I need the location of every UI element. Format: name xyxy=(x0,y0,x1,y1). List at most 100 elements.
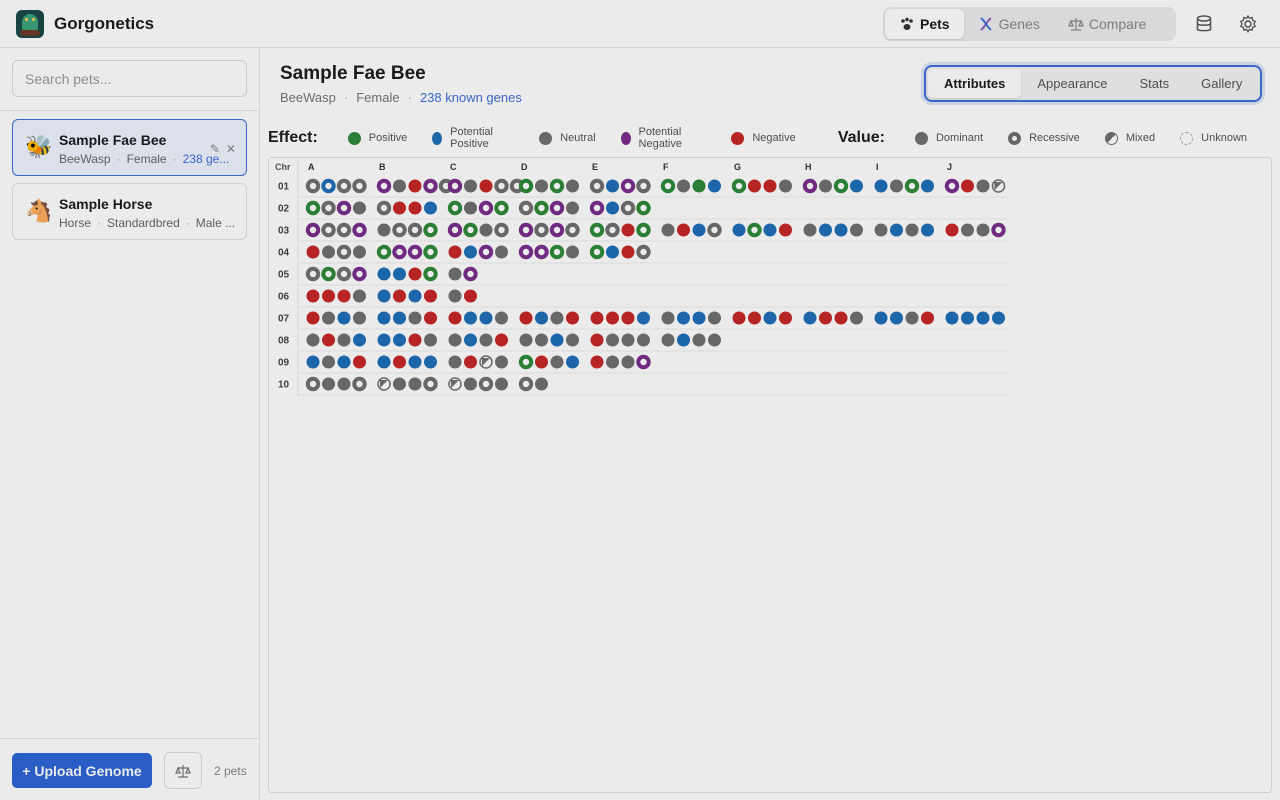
gene-dot[interactable] xyxy=(566,333,579,347)
gene-dot[interactable] xyxy=(518,244,534,260)
gene-dot[interactable] xyxy=(377,311,391,325)
gene-dot[interactable] xyxy=(992,311,1005,325)
nav-tab-pets[interactable]: Pets xyxy=(885,9,964,39)
gene-dot[interactable] xyxy=(779,223,792,237)
tab-gallery[interactable]: Gallery xyxy=(1185,69,1258,98)
gene-dot[interactable] xyxy=(637,311,650,325)
gene-dot[interactable] xyxy=(549,222,565,238)
gene-dot[interactable] xyxy=(447,222,463,238)
gene-dot[interactable] xyxy=(779,179,792,193)
gene-dot[interactable] xyxy=(337,289,351,303)
gene-dot[interactable] xyxy=(352,178,367,194)
gene-dot[interactable] xyxy=(408,377,422,391)
gene-dot[interactable] xyxy=(661,223,675,237)
gene-dot[interactable] xyxy=(637,333,650,347)
known-genes-link[interactable]: 238 known genes xyxy=(420,90,522,105)
gene-dot[interactable] xyxy=(464,355,477,369)
gene-dot[interactable] xyxy=(606,333,619,347)
pet-card-sample-fae-bee[interactable]: 🐝 Sample Fae Bee BeeWasp · Female · 238 … xyxy=(12,119,247,176)
gene-dot[interactable] xyxy=(692,333,706,347)
gene-dot[interactable] xyxy=(534,200,549,216)
gene-dot[interactable] xyxy=(495,355,508,369)
gene-dot[interactable] xyxy=(976,311,990,325)
gene-dot[interactable] xyxy=(819,223,832,237)
gene-dot[interactable] xyxy=(353,311,366,325)
gene-dot[interactable] xyxy=(961,223,974,237)
gene-dot[interactable] xyxy=(478,244,494,260)
gene-dot[interactable] xyxy=(976,223,990,237)
gene-dot[interactable] xyxy=(336,244,352,260)
gene-dot[interactable] xyxy=(408,355,422,369)
gene-dot[interactable] xyxy=(448,355,462,369)
close-icon[interactable]: ✕ xyxy=(226,142,236,156)
gene-dot[interactable] xyxy=(377,267,391,281)
gene-dot[interactable] xyxy=(464,245,477,259)
gene-dot[interactable] xyxy=(636,244,651,260)
gene-dot[interactable] xyxy=(944,178,960,194)
gene-dot[interactable] xyxy=(535,179,548,193)
gene-dot[interactable] xyxy=(590,355,604,369)
gene-dot[interactable] xyxy=(407,244,423,260)
gene-dot[interactable] xyxy=(677,179,690,193)
upload-genome-button[interactable]: + Upload Genome xyxy=(12,753,152,788)
gene-dot[interactable] xyxy=(904,178,920,194)
gene-dot[interactable] xyxy=(423,376,438,392)
gene-dot[interactable] xyxy=(479,179,493,193)
gene-dot[interactable] xyxy=(566,311,579,325)
gene-dot[interactable] xyxy=(495,245,508,259)
gene-dot[interactable] xyxy=(336,200,352,216)
search-input[interactable] xyxy=(12,60,247,97)
gene-dot[interactable] xyxy=(621,223,635,237)
gene-dot[interactable] xyxy=(732,311,746,325)
gene-dot[interactable] xyxy=(464,311,477,325)
gene-dot[interactable] xyxy=(621,355,635,369)
tab-appearance[interactable]: Appearance xyxy=(1021,69,1123,98)
compare-button[interactable] xyxy=(164,752,202,789)
gene-dot[interactable] xyxy=(353,355,366,369)
gene-dot[interactable] xyxy=(763,311,777,325)
gene-dot[interactable] xyxy=(779,311,792,325)
gene-dot[interactable] xyxy=(305,222,321,238)
gene-dot[interactable] xyxy=(479,223,493,237)
gene-dot[interactable] xyxy=(448,289,462,303)
gene-dot[interactable] xyxy=(534,244,549,260)
gene-dot[interactable] xyxy=(322,333,335,347)
gene-dot[interactable] xyxy=(305,376,321,392)
gene-dot[interactable] xyxy=(479,355,493,369)
gene-dot[interactable] xyxy=(549,200,565,216)
gene-dot[interactable] xyxy=(376,244,392,260)
gene-dot[interactable] xyxy=(464,333,477,347)
nav-tab-genes[interactable]: Genes xyxy=(964,9,1054,39)
gene-dot[interactable] xyxy=(834,223,848,237)
gene-dot[interactable] xyxy=(850,223,863,237)
gene-dot[interactable] xyxy=(834,311,848,325)
gene-dot[interactable] xyxy=(748,311,761,325)
edit-icon[interactable]: ✎ xyxy=(210,142,220,156)
gene-dot[interactable] xyxy=(377,289,391,303)
gene-dot[interactable] xyxy=(605,222,620,238)
gene-dot[interactable] xyxy=(494,178,509,194)
gene-dot[interactable] xyxy=(620,178,636,194)
pet-card-sample-horse[interactable]: 🐴 Sample Horse Horse · Standardbred · Ma… xyxy=(12,183,247,240)
gene-dot[interactable] xyxy=(407,222,423,238)
gene-dot[interactable] xyxy=(708,179,721,193)
gene-dot[interactable] xyxy=(606,355,619,369)
gene-dot[interactable] xyxy=(991,222,1006,238)
database-icon[interactable] xyxy=(1194,14,1214,34)
gene-dot[interactable] xyxy=(747,222,762,238)
gene-dot[interactable] xyxy=(306,245,320,259)
gene-dot[interactable] xyxy=(495,311,508,325)
gene-dot[interactable] xyxy=(322,289,335,303)
gene-dot[interactable] xyxy=(322,355,335,369)
gene-dot[interactable] xyxy=(322,311,335,325)
gene-dot[interactable] xyxy=(424,333,437,347)
gene-dot[interactable] xyxy=(589,200,605,216)
gene-dot[interactable] xyxy=(518,178,534,194)
gene-dot[interactable] xyxy=(874,179,888,193)
gene-dot[interactable] xyxy=(692,179,706,193)
gene-dot[interactable] xyxy=(424,311,437,325)
gene-dot[interactable] xyxy=(874,311,888,325)
gene-dot[interactable] xyxy=(306,289,320,303)
gene-dot[interactable] xyxy=(803,223,817,237)
gene-dot[interactable] xyxy=(463,266,478,282)
